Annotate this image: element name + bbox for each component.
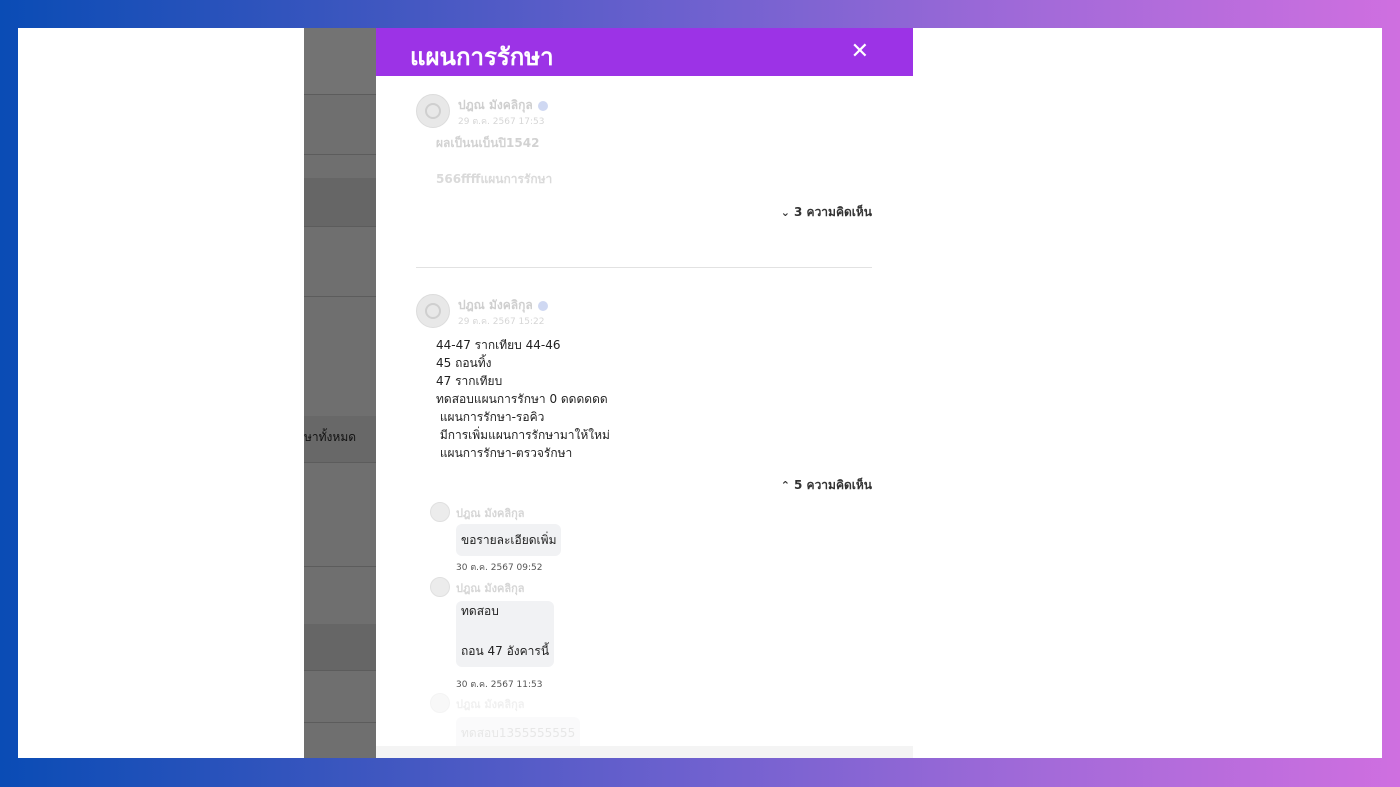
comment-bubble: ขอรายละเอียดเพิ่ม [456, 524, 562, 556]
modal-title: แผนการรักษา [410, 43, 554, 71]
post-card: ปฎณ มังคลิกุล 29 ต.ค. 2567 17:53 ผลเป็นน… [416, 94, 872, 224]
background-row [304, 670, 376, 723]
post-text-line: ผลเป็นนเบ็นปิ1542 [436, 136, 540, 150]
comments-count: 3 ความคิดเห็น [794, 205, 872, 219]
background-row [304, 722, 376, 758]
chevron-up-icon: ⌃ [780, 479, 791, 492]
post-author-name: ปฎณ มังคลิกุล [458, 98, 533, 112]
comment-author: ปฎณ มังคลิกุล [456, 582, 525, 595]
comments-count: 5 ความคิดเห็น [794, 478, 872, 492]
background-row [304, 296, 376, 417]
background-row [304, 566, 376, 625]
post-text-line: 45 ถอนทิ้ง [436, 356, 492, 370]
comments-toggle[interactable]: ⌃ 5 ความคิดเห็น [781, 476, 872, 495]
treatment-plan-modal: แผนการรักษา ✕ ปฎณ มังคลิกุล 29 ต.ค. 2567… [376, 28, 913, 758]
comment-avatar [430, 693, 450, 713]
screen-canvas: ษาทั้งหมด แผนการรักษา ✕ ปฎณ มังคลิกุล 29… [18, 28, 1382, 758]
background-row [304, 624, 376, 671]
post-author: ปฎณ มังคลิกุล [458, 296, 548, 315]
modal-header: แผนการรักษา ✕ [376, 28, 913, 76]
comment-date: 30 ต.ค. 2567 09:52 [456, 563, 543, 573]
comments-toggle[interactable]: ⌄ 3 ความคิดเห็น [781, 203, 872, 222]
comment-item: ปฎณ มังคลิกุล ทดสอบ ถอน 47 อังคารนี้ 30 … [430, 577, 850, 697]
author-avatar [416, 294, 450, 328]
comment-author: ปฎณ มังคลิกุล [456, 698, 525, 711]
background-row [304, 28, 376, 95]
modal-body[interactable]: ปฎณ มังคลิกุล 29 ต.ค. 2567 17:53 ผลเป็นน… [376, 76, 913, 758]
background-table-label: ษาทั้งหมด [304, 430, 357, 444]
post-date: 29 ต.ค. 2567 17:53 [458, 117, 545, 127]
post-divider [416, 267, 872, 268]
post-author: ปฎณ มังคลิกุล [458, 96, 548, 115]
comment-author: ปฎณ มังคลิกุล [456, 507, 525, 520]
post-text-line: 47 รากเทียบ [436, 374, 503, 388]
close-icon[interactable]: ✕ [851, 39, 869, 64]
background-row [304, 94, 376, 155]
comment-item: ปฎณ มังคลิกุล ขอรายละเอียดเพิ่ม 30 ต.ค. … [430, 502, 850, 573]
post-text-line: มีการเพิ่มแผนการรักษามาให้ใหม่ [436, 428, 610, 442]
post-text-line: แผนการรักษา-ตรวจรักษา [436, 446, 573, 460]
comment-date: 30 ต.ค. 2567 11:53 [456, 680, 543, 690]
comment-avatar [430, 577, 450, 597]
post-author-name: ปฎณ มังคลิกุล [458, 298, 533, 312]
background-row [304, 178, 376, 227]
background-page-overlay: ษาทั้งหมด [304, 28, 376, 758]
verified-icon [537, 300, 548, 311]
comment-bubble: ทดสอบ ถอน 47 อังคารนี้ [456, 601, 555, 667]
chevron-down-icon: ⌄ [780, 206, 791, 219]
post-text-line: แผนการรักษา-รอคิว [436, 410, 545, 424]
post-text-line: ทดสอบแผนการรักษา 0 ดดดดดด [436, 392, 608, 406]
background-row [304, 462, 376, 567]
verified-icon [537, 100, 548, 111]
post-card: ปฎณ มังคลิกุล 29 ต.ค. 2567 15:22 44-47 ร… [416, 294, 872, 492]
post-text-line: 566ffffแผนการรักษา [436, 172, 553, 186]
comment-avatar [430, 502, 450, 522]
post-date: 29 ต.ค. 2567 15:22 [458, 317, 545, 327]
author-avatar [416, 94, 450, 128]
post-text-line: 44-47 รากเทียบ 44-46 [436, 338, 561, 352]
background-row [304, 226, 376, 297]
modal-footer-edge [376, 746, 913, 758]
